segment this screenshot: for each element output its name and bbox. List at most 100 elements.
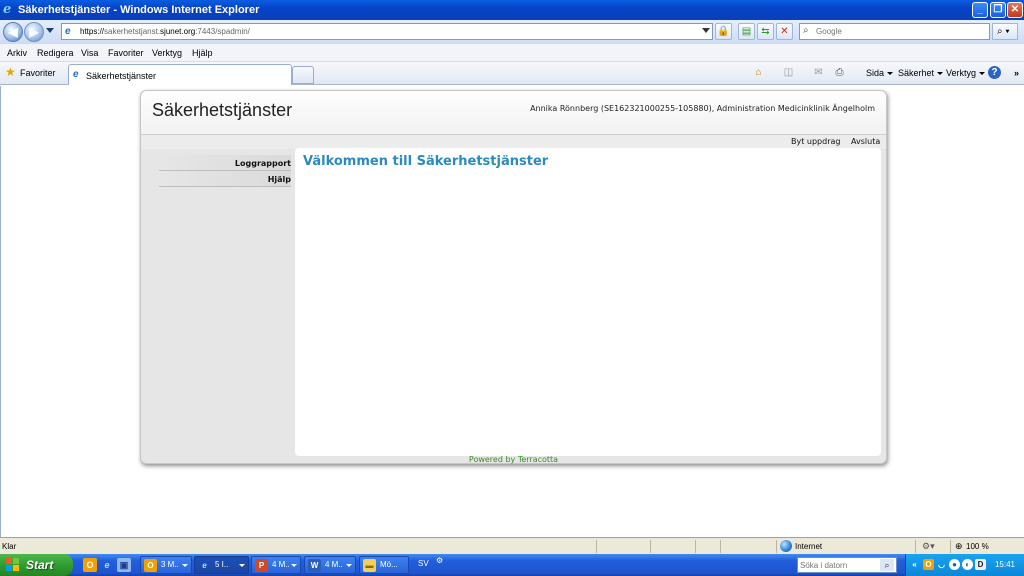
new-tab-button[interactable] — [292, 66, 314, 84]
status-divider — [596, 540, 597, 553]
site-title: Säkerhetstjänster — [152, 100, 293, 120]
desktop-search-icon[interactable]: ⌕ — [880, 559, 894, 571]
maximize-button[interactable]: ❐ — [990, 2, 1006, 18]
ie-quicklaunch-icon[interactable]: e — [100, 558, 114, 572]
address-toolbar: ◀ ▶ e https://sakerhetstjanst.sjunet.org… — [0, 20, 1024, 44]
ie-icon: e — [202, 561, 207, 570]
taskbar: Start O e ▣ O 3 M.. e 5 I.. P 4 M.. W 4 … — [0, 554, 1024, 576]
change-assignment-link[interactable]: Byt uppdrag — [791, 137, 840, 147]
menu-item-redigera[interactable]: Redigera — [37, 48, 74, 58]
address-field[interactable]: e https://sakerhetstjanst.sjunet.org:744… — [61, 23, 713, 40]
status-bar: Klar Internet ⚙▾ ⊕ 100 % — [0, 537, 1024, 554]
status-divider — [695, 540, 696, 553]
status-divider — [950, 540, 951, 553]
print-icon[interactable]: ⎙ — [833, 66, 846, 79]
language-indicator[interactable]: SV — [418, 559, 429, 569]
tab-sakerhetstjanster[interactable]: e Säkerhetstjänster — [68, 64, 292, 85]
word-icon: W — [308, 559, 321, 572]
feeds-icon[interactable]: ◫ — [782, 66, 795, 79]
outlook-tray-icon[interactable]: O — [923, 559, 934, 570]
main-content: Välkommen till Säkerhetstjänster — [295, 148, 881, 456]
powered-by-footer[interactable]: Powered by Terracotta — [141, 455, 886, 465]
taskbar-button-folder[interactable]: ▬ Mö... — [359, 556, 409, 574]
recent-pages-dropdown[interactable] — [46, 28, 54, 33]
display-tray-icon[interactable]: D — [975, 559, 986, 570]
taskbar-button-outlook[interactable]: O 3 M.. — [140, 556, 192, 574]
language-options-icon[interactable]: ⚙ — [436, 556, 443, 566]
internet-zone-icon — [780, 540, 792, 552]
favorites-bar: ★ Favoriter e Säkerhetstjänster ⌂ ◫ ✉ ⎙ … — [0, 62, 1024, 85]
zoom-icon[interactable]: ⊕ — [955, 541, 963, 551]
menu-item-hjalp[interactable]: Hjälp — [192, 48, 213, 58]
protected-mode-icon[interactable]: ⚙▾ — [922, 541, 935, 551]
minimize-button[interactable]: _ — [972, 2, 988, 18]
menu-item-arkiv[interactable]: Arkiv — [7, 48, 27, 58]
network-tray-icon[interactable]: ◡ — [936, 559, 947, 570]
search-box[interactable]: ⌕ — [799, 23, 990, 40]
page-icon: e — [65, 26, 71, 37]
taskbar-button-word[interactable]: W 4 M.. — [304, 556, 356, 574]
logout-link[interactable]: Avsluta — [851, 137, 880, 147]
tools-menu[interactable]: Verktyg — [946, 68, 986, 78]
forward-button[interactable]: ▶ — [24, 22, 44, 42]
folder-icon: ▬ — [363, 559, 376, 572]
sidebar-item-loggrapport[interactable]: Loggrapport — [159, 155, 291, 171]
window-title: Säkerhetstjänster - Windows Internet Exp… — [18, 4, 260, 16]
lock-icon[interactable]: 🔒 — [715, 23, 732, 40]
menu-item-verktyg[interactable]: Verktyg — [152, 48, 182, 58]
more-commands-icon[interactable]: » — [1014, 68, 1019, 78]
site-actions: Byt uppdrag Avsluta — [141, 135, 886, 149]
status-divider — [776, 540, 777, 553]
compatibility-view-icon[interactable]: ▤ — [738, 23, 755, 40]
tab-page-icon: e — [73, 69, 79, 80]
zoom-level[interactable]: 100 % — [966, 542, 989, 552]
status-divider — [915, 540, 916, 553]
page-menu[interactable]: Sida — [866, 68, 894, 78]
user-info: Annika Rönnberg (SE162321000255-105880),… — [530, 104, 875, 113]
outlook-icon: O — [144, 559, 157, 572]
tab-title: Säkerhetstjänster — [86, 71, 157, 81]
refresh-icon[interactable]: ⇆ — [757, 23, 774, 40]
back-button[interactable]: ◀ — [3, 22, 23, 42]
status-text: Klar — [2, 542, 17, 551]
clock[interactable]: 15:41 — [995, 560, 1015, 570]
system-tray: « O ◡ ● ◐ D 15:41 — [905, 554, 1024, 576]
safety-menu[interactable]: Säkerhet — [898, 68, 944, 78]
mail-icon[interactable]: ✉ — [812, 66, 825, 79]
page-viewport: Säkerhetstjänster Annika Rönnberg (SE162… — [0, 86, 1024, 537]
update-tray-icon[interactable]: ◐ — [962, 559, 973, 570]
close-button[interactable]: ✕ — [1007, 2, 1023, 18]
menu-item-visa[interactable]: Visa — [81, 48, 98, 58]
stop-icon[interactable]: ✕ — [776, 23, 793, 40]
desktop-quicklaunch-icon[interactable]: ▣ — [117, 558, 131, 572]
menu-bar: Arkiv Redigera Visa Favoriter Verktyg Hj… — [0, 44, 1024, 62]
powerpoint-icon: P — [255, 559, 268, 572]
ie-logo-icon: e — [3, 2, 12, 17]
info-tray-icon[interactable]: ● — [949, 559, 960, 570]
favorites-star-icon[interactable]: ★ — [5, 66, 16, 78]
search-provider-icon: ⌕ — [803, 25, 809, 36]
favorites-button[interactable]: Favoriter — [20, 68, 56, 78]
status-divider — [650, 540, 651, 553]
start-label: Start — [26, 558, 54, 572]
search-input[interactable] — [816, 25, 986, 38]
windows-flag-icon — [6, 558, 20, 572]
desktop-search-input[interactable] — [800, 559, 878, 571]
site-container: Säkerhetstjänster Annika Rönnberg (SE162… — [140, 90, 887, 464]
address-dropdown-icon[interactable] — [702, 28, 710, 33]
start-button[interactable]: Start — [0, 554, 73, 576]
taskbar-button-powerpoint[interactable]: P 4 M.. — [251, 556, 301, 574]
taskbar-button-ie[interactable]: e 5 I.. — [194, 556, 249, 574]
security-zone[interactable]: Internet — [795, 542, 822, 552]
search-button[interactable]: ⌕ ▾ — [992, 23, 1018, 40]
status-divider — [720, 540, 721, 553]
site-header: Säkerhetstjänster Annika Rönnberg (SE162… — [141, 91, 886, 135]
outlook-quicklaunch-icon[interactable]: O — [83, 558, 97, 572]
tray-expand-icon[interactable]: « — [909, 559, 920, 570]
sidebar-item-hjalp[interactable]: Hjälp — [159, 171, 291, 187]
help-icon[interactable]: ? — [988, 66, 1001, 79]
home-icon[interactable]: ⌂ — [752, 66, 765, 79]
desktop-search-box[interactable]: ⌕ — [797, 557, 897, 573]
menu-item-favoriter[interactable]: Favoriter — [108, 48, 144, 58]
url-text[interactable]: https://sakerhetstjanst.sjunet.org:7443/… — [80, 26, 250, 37]
